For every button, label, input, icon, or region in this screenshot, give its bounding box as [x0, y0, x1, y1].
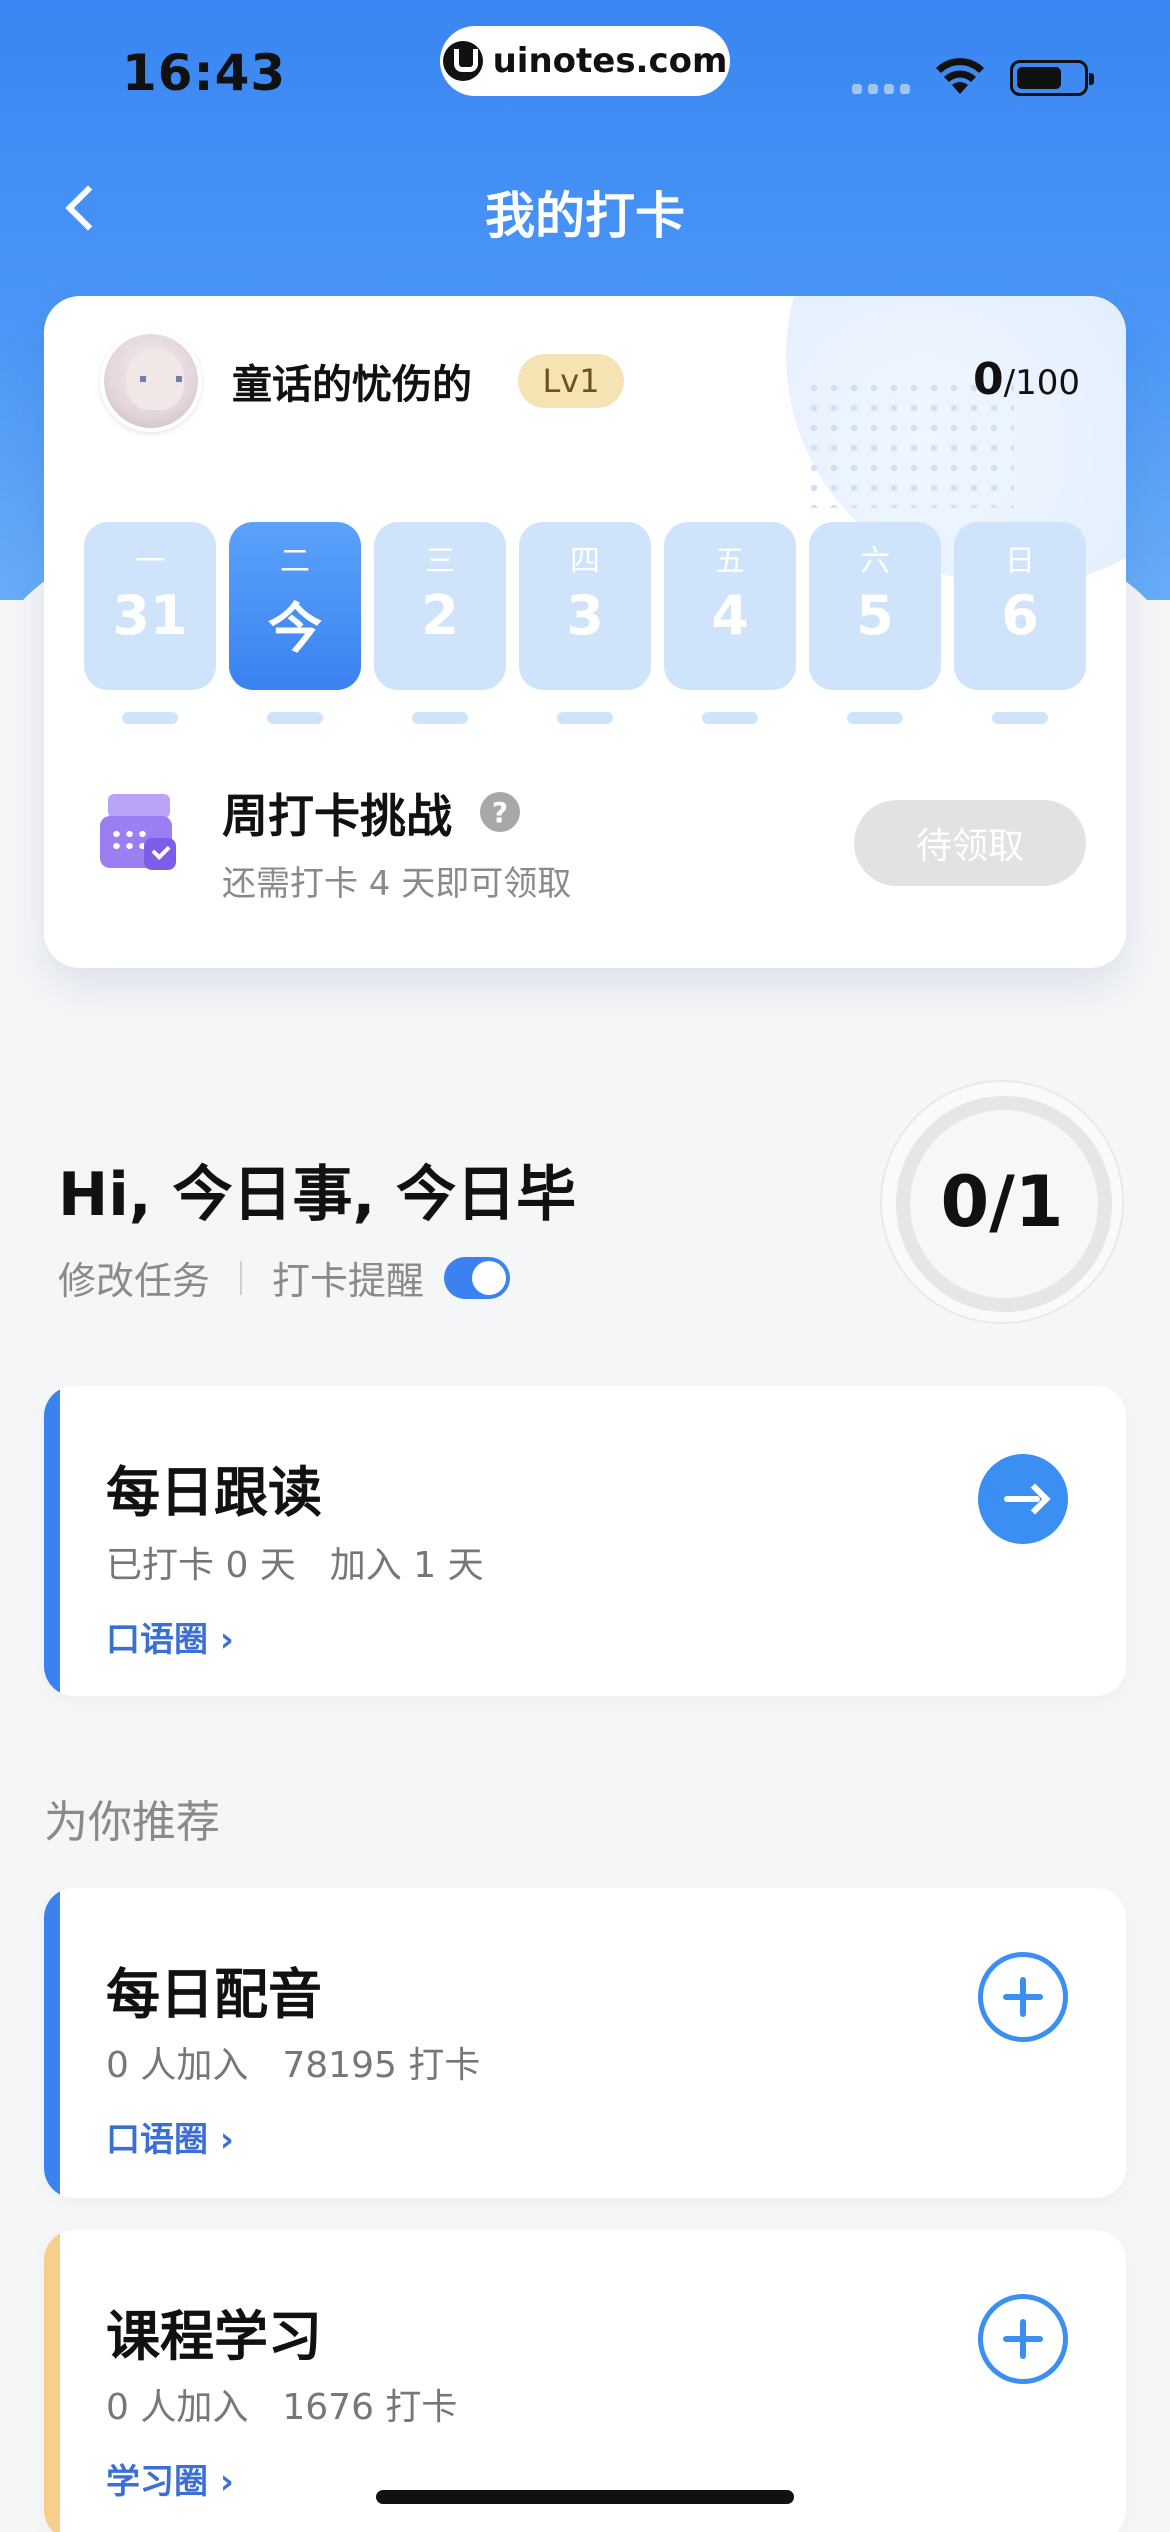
task-meta-checkins: 1676 打卡	[282, 2387, 458, 2428]
task-meta-joined: 0 人加入	[106, 2045, 249, 2086]
day-weekday: 日	[1005, 544, 1035, 579]
edit-task-link[interactable]: 修改任务	[58, 1250, 210, 1305]
day-item[interactable]: 六5	[809, 522, 941, 724]
day-indicator	[412, 712, 468, 724]
day-weekday: 三	[425, 544, 455, 579]
task-title: 课程学习	[106, 2305, 322, 2368]
task-meta-joined: 0 人加入	[106, 2387, 249, 2428]
day-weekday: 六	[860, 544, 890, 579]
help-icon[interactable]: ?	[480, 792, 520, 832]
arrow-right-icon[interactable]	[978, 1454, 1068, 1544]
day-number: 2	[421, 584, 459, 647]
url-text: uinotes.com	[492, 41, 728, 81]
task-title: 每日配音	[106, 1963, 322, 2026]
day-item[interactable]: 五4	[664, 522, 796, 724]
task-title: 每日跟读	[106, 1461, 322, 1524]
checkin-summary-card: 童话的忧伤的 Lv1 0/100 一 31 二今 三2 四3 五4 六5 日6 周…	[44, 296, 1126, 968]
today-progress: 0/1	[940, 1161, 1064, 1243]
card-accent	[44, 1386, 60, 1696]
page-title: 我的打卡	[485, 187, 685, 245]
day-number: 31	[112, 584, 188, 647]
task-circle-link[interactable]: 口语圈 ›	[106, 1612, 234, 1661]
recommend-card-course[interactable]: 课程学习 0 人加入 1676 打卡 学习圈 ›	[44, 2230, 1126, 2532]
gift-calendar-icon	[100, 792, 178, 878]
recommend-card-dubbing[interactable]: 每日配音 0 人加入 78195 打卡 口语圈 ›	[44, 1888, 1126, 2198]
card-accent	[44, 2230, 60, 2532]
score: 0/100	[973, 354, 1080, 405]
plus-circle-icon[interactable]	[978, 1952, 1068, 2042]
day-item[interactable]: 三2	[374, 522, 506, 724]
day-number: 4	[711, 584, 749, 647]
day-number: 5	[856, 584, 894, 647]
reminder-toggle[interactable]	[444, 1256, 511, 1299]
week-calendar: 一 31 二今 三2 四3 五4 六5 日6	[84, 522, 1086, 724]
task-circle-link[interactable]: 口语圈 ›	[106, 2112, 234, 2161]
day-number: 6	[1001, 584, 1039, 647]
claim-reward-button[interactable]: 待领取	[854, 800, 1086, 886]
day-number: 3	[566, 584, 604, 647]
day-item[interactable]: 一 31	[84, 522, 216, 724]
day-item-today[interactable]: 二今	[229, 522, 361, 724]
day-indicator	[557, 712, 613, 724]
day-item[interactable]: 四3	[519, 522, 651, 724]
status-bar: 16:43 uinotes.com	[0, 0, 1170, 140]
task-actions: 修改任务 打卡提醒	[58, 1250, 511, 1305]
day-item[interactable]: 日6	[954, 522, 1086, 724]
task-card-daily-follow[interactable]: 每日跟读 已打卡 0 天加入 1 天 口语圈 ›	[44, 1386, 1126, 1696]
task-meta: 0 人加入 1676 打卡	[106, 2378, 457, 2430]
divider	[240, 1260, 243, 1295]
username: 童话的忧伤的	[232, 362, 472, 408]
score-total: /100	[1003, 363, 1080, 403]
recommend-section-title: 为你推荐	[44, 1797, 220, 1848]
home-indicator	[376, 2490, 794, 2504]
avatar[interactable]	[100, 330, 202, 432]
day-indicator	[992, 712, 1048, 724]
task-circle-link[interactable]: 学习圈 ›	[106, 2454, 234, 2503]
task-meta-joined: 加入 1 天	[329, 1545, 484, 1586]
score-value: 0	[973, 354, 1004, 405]
day-weekday: 五	[715, 544, 745, 579]
day-indicator	[122, 712, 178, 724]
cellular-signal-icon	[852, 84, 910, 94]
today-progress-ring: 0/1	[880, 1080, 1124, 1324]
task-meta: 0 人加入 78195 打卡	[106, 2036, 480, 2088]
plus-circle-icon[interactable]	[978, 2294, 1068, 2384]
day-weekday: 一	[135, 544, 165, 579]
day-weekday: 二	[280, 544, 310, 579]
task-meta-checkins: 78195 打卡	[282, 2045, 481, 2086]
uinotes-logo-icon	[442, 41, 483, 81]
reminder-label: 打卡提醒	[272, 1259, 425, 1303]
url-pill[interactable]: uinotes.com	[440, 26, 730, 96]
day-number: 今	[268, 597, 322, 660]
day-weekday: 四	[570, 544, 600, 579]
battery-icon	[1010, 60, 1094, 96]
level-badge: Lv1	[518, 354, 624, 408]
day-indicator	[847, 712, 903, 724]
day-indicator	[267, 712, 323, 724]
challenge-subtitle: 还需打卡 4 天即可领取	[222, 864, 572, 904]
wifi-icon	[936, 58, 984, 94]
challenge-title: 周打卡挑战	[222, 789, 452, 843]
card-accent	[44, 1888, 60, 2198]
today-greeting: Hi, 今日事, 今日毕	[58, 1160, 577, 1230]
task-meta-checked: 已打卡 0 天	[106, 1545, 296, 1586]
status-time: 16:43	[122, 44, 287, 102]
day-indicator	[702, 712, 758, 724]
task-meta: 已打卡 0 天加入 1 天	[106, 1536, 484, 1588]
